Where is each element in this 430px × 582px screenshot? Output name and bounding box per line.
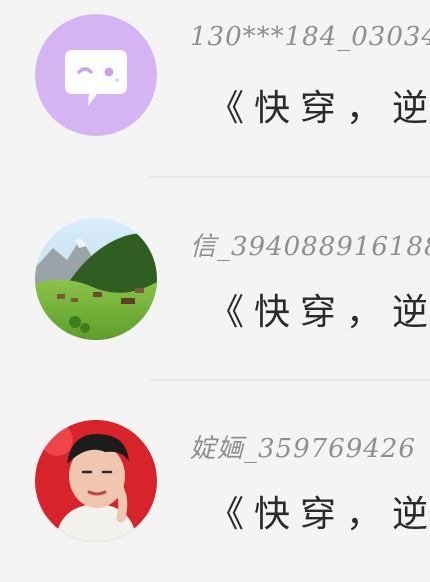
conversation-item[interactable]: 130***184_030348 《快穿，逆 [0,0,430,176]
person-portrait-photo [35,420,157,542]
contact-name: 信_394088916188 [190,232,430,262]
conversation-item[interactable]: 信_394088916188 《快穿，逆 [0,180,430,380]
message-preview: 《快穿，逆 [208,88,430,129]
contact-name: 130***184_030348 [190,22,430,52]
conversation-list: 130***184_030348 《快穿，逆 信_394088916188 《快… [0,0,430,572]
contact-name: 婝婳_359769426 [190,434,416,464]
message-preview: 《快穿，逆 [208,292,430,333]
avatar[interactable] [35,420,157,542]
divider [150,379,430,381]
avatar[interactable] [35,218,157,340]
chat-bubble-wink-icon [35,14,157,136]
mountain-landscape-photo [35,218,157,340]
divider [150,176,430,178]
message-preview: 《快穿，逆 [208,494,430,535]
avatar[interactable] [35,14,157,136]
conversation-item[interactable]: 婝婳_359769426 《快穿，逆 [0,382,430,582]
